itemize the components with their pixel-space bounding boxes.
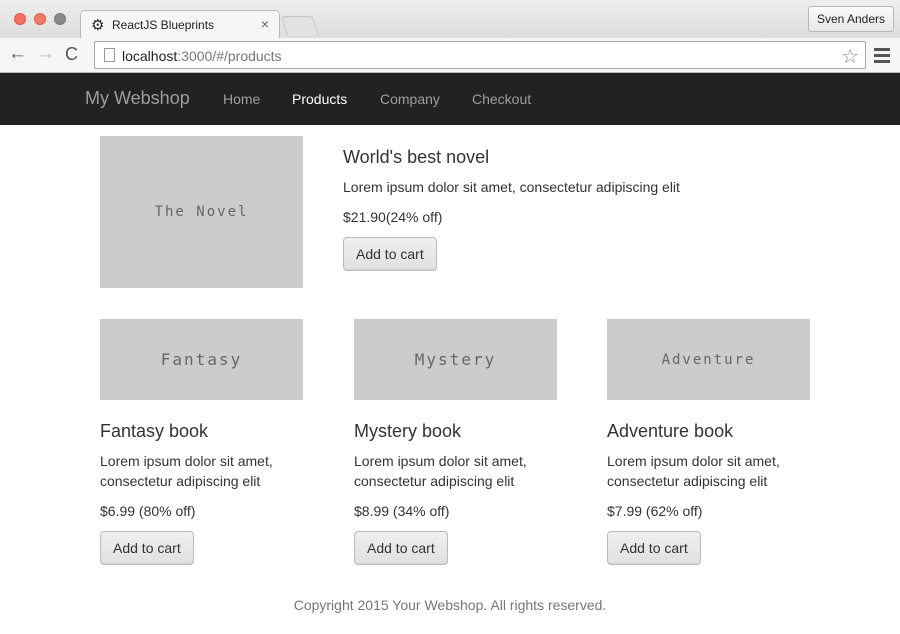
add-to-cart-button[interactable]: Add to cart	[607, 531, 701, 565]
product-description: Lorem ipsum dolor sit amet, consectetur …	[100, 451, 273, 491]
reload-icon[interactable]: C	[65, 44, 78, 65]
product-description-line: Lorem ipsum dolor sit amet,	[607, 453, 780, 469]
nav-item-products[interactable]: Products	[292, 91, 347, 107]
new-tab-button[interactable]	[280, 16, 320, 36]
featured-product-price: $21.90(24% off)	[343, 209, 443, 225]
url-host: localhost	[122, 48, 178, 64]
product-description-line: Lorem ipsum dolor sit amet,	[354, 453, 527, 469]
product-price: $7.99 (62% off)	[607, 503, 703, 519]
page-icon	[104, 48, 115, 62]
product-description-line: consectetur adipiscing elit	[354, 473, 515, 489]
forward-arrow-icon[interactable]: →	[36, 43, 55, 65]
brand-link[interactable]: My Webshop	[85, 88, 190, 109]
product-image-label: Fantasy	[160, 350, 243, 369]
gear-icon: ⚙	[91, 17, 105, 34]
back-arrow-icon[interactable]: ←	[8, 43, 27, 65]
site-navbar: My Webshop Home Products Company Checkou…	[0, 73, 900, 125]
product-image-label: Adventure	[661, 351, 756, 368]
add-to-cart-button[interactable]: Add to cart	[354, 531, 448, 565]
product-title: Fantasy book	[100, 421, 209, 441]
browser-toolbar: ← → C localhost:3000/#/products ☆	[0, 38, 900, 73]
nav-item-home[interactable]: Home	[223, 91, 260, 107]
profile-button[interactable]: Sven Anders	[807, 6, 894, 32]
product-title: Adventure book	[607, 421, 734, 441]
product-image[interactable]: Adventure	[607, 319, 810, 400]
address-bar[interactable]: localhost:3000/#/products ☆	[94, 41, 866, 69]
featured-add-to-cart-button[interactable]: Add to cart	[343, 237, 437, 271]
product-description-line: consectetur adipiscing elit	[100, 473, 261, 489]
product-description-line: Lorem ipsum dolor sit amet,	[100, 453, 273, 469]
address-url[interactable]: localhost:3000/#/products	[122, 48, 282, 64]
product-price: $6.99 (80% off)	[100, 503, 196, 519]
featured-product-title: World's best novel	[343, 147, 490, 167]
bookmark-star-icon[interactable]: ☆	[841, 44, 859, 69]
product-description: Lorem ipsum dolor sit amet, consectetur …	[354, 451, 527, 491]
tab-title: ReactJS Blueprints	[112, 18, 215, 32]
featured-product-image[interactable]: The Novel	[100, 136, 303, 288]
product-description-line: consectetur adipiscing elit	[607, 473, 768, 489]
product-image-label: Mystery	[414, 350, 497, 369]
close-window-button[interactable]	[14, 13, 26, 25]
featured-product-description: Lorem ipsum dolor sit amet, consectetur …	[343, 179, 680, 195]
nav-item-company[interactable]: Company	[380, 91, 440, 107]
zoom-window-button[interactable]	[54, 13, 66, 25]
hamburger-menu-icon[interactable]	[874, 48, 890, 66]
add-to-cart-button[interactable]: Add to cart	[100, 531, 194, 565]
product-price: $8.99 (34% off)	[354, 503, 450, 519]
browser-tab[interactable]: ⚙ ReactJS Blueprints ×	[80, 10, 280, 39]
featured-image-label: The Novel	[154, 204, 249, 220]
close-tab-icon[interactable]: ×	[261, 16, 269, 32]
browser-titlebar: ⚙ ReactJS Blueprints × Sven Anders	[0, 0, 900, 39]
nav-item-checkout[interactable]: Checkout	[472, 91, 531, 107]
product-description: Lorem ipsum dolor sit amet, consectetur …	[607, 451, 780, 491]
minimize-window-button[interactable]	[34, 13, 46, 25]
product-image[interactable]: Fantasy	[100, 319, 303, 400]
product-title: Mystery book	[354, 421, 462, 441]
footer-copyright: Copyright 2015 Your Webshop. All rights …	[293, 597, 607, 613]
product-image[interactable]: Mystery	[354, 319, 557, 400]
url-path: :3000/#/products	[177, 48, 282, 64]
